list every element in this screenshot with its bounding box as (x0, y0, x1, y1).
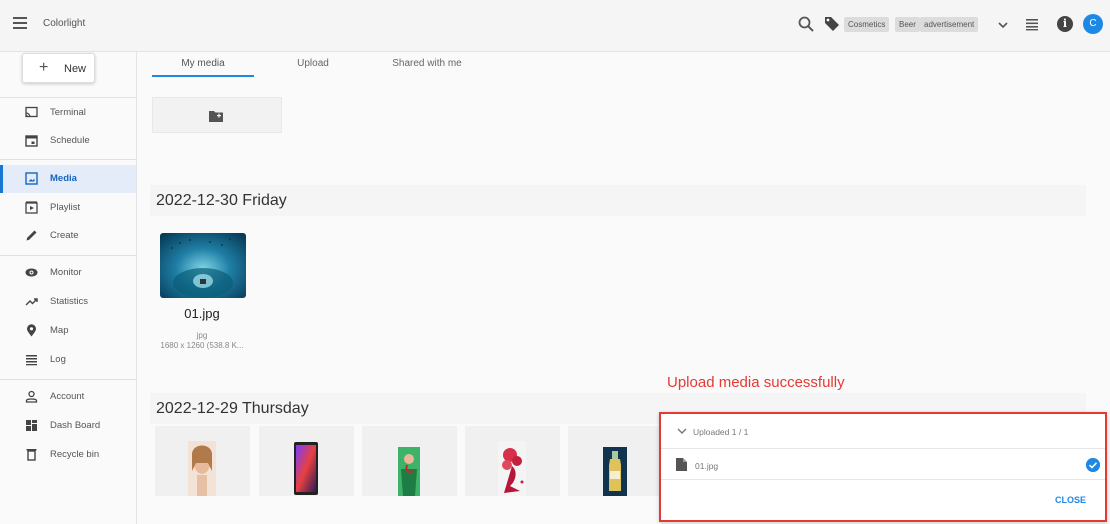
sidebar-item-recycle-bin[interactable]: Recycle bin (0, 441, 136, 469)
pencil-icon (26, 230, 37, 241)
sidebar-item-statistics[interactable]: Statistics (0, 288, 136, 316)
menu-icon[interactable] (13, 17, 27, 31)
close-button[interactable]: CLOSE (1055, 495, 1086, 505)
sidebar-item-label: Map (50, 325, 69, 336)
cast-icon (25, 106, 38, 118)
chevron-down-icon (677, 428, 687, 434)
upload-status-panel: Uploaded 1 / 1 01.jpg CLOSE (659, 412, 1107, 522)
media-file-info: 1680 x 1260 (538.8 K... (160, 341, 244, 350)
sidebar-divider (0, 255, 136, 256)
trend-icon (25, 298, 38, 306)
sidebar-item-label: Statistics (50, 296, 89, 307)
check-circle-icon (1086, 458, 1100, 472)
sidebar-item-schedule[interactable]: Schedule (0, 127, 136, 155)
sidebar-item-label: Monitor (50, 267, 82, 278)
media-thumbnail (398, 447, 420, 496)
sidebar-item-label: Playlist (50, 202, 81, 213)
sidebar-item-terminal[interactable]: Terminal (0, 99, 136, 127)
top-bar: Colorlight Cosmetics Beer advertisement … (0, 0, 1110, 52)
trash-icon (26, 449, 37, 461)
sidebar-item-map[interactable]: Map (0, 317, 136, 345)
media-thumbnail (160, 233, 246, 298)
sidebar-item-label: Account (50, 391, 85, 402)
sidebar-divider (0, 97, 136, 98)
media-item[interactable]: 01.jpg jpg 1680 x 1260 (538.8 K... (152, 223, 252, 353)
upload-file-name: 01.jpg (695, 461, 719, 471)
sidebar-item-account[interactable]: Account (0, 383, 136, 411)
map-pin-icon (27, 324, 36, 337)
new-button-label: New (64, 63, 87, 75)
app-title: Colorlight (43, 18, 86, 29)
sidebar-item-label: Media (50, 173, 77, 184)
eye-icon (25, 268, 38, 277)
search-icon[interactable] (797, 15, 815, 33)
sidebar-item-log[interactable]: Log (0, 346, 136, 374)
new-folder-card[interactable] (152, 97, 282, 133)
media-item[interactable] (259, 426, 354, 496)
chevron-down-icon[interactable] (996, 18, 1010, 32)
sidebar-item-label: Schedule (50, 135, 90, 146)
sidebar-item-label: Dash Board (50, 420, 101, 431)
sidebar-item-label: Create (50, 230, 79, 241)
file-icon (676, 458, 687, 471)
dashboard-icon (26, 420, 37, 431)
tab-upload[interactable]: Upload (276, 52, 350, 77)
upload-count: Uploaded 1 / 1 (693, 427, 749, 437)
tag-chip-advertisement[interactable]: advertisement (920, 17, 979, 32)
folder-plus-icon (209, 111, 223, 122)
media-item[interactable] (568, 426, 663, 496)
media-item[interactable] (155, 426, 250, 496)
date-group-header: 2022-12-30 Friday (150, 185, 1086, 216)
playlist-icon (25, 201, 38, 214)
media-item[interactable] (465, 426, 560, 496)
sidebar-divider (0, 379, 136, 380)
media-thumbnail (603, 447, 627, 496)
sidebar-divider (0, 159, 136, 160)
calendar-icon (25, 135, 38, 147)
sidebar-item-playlist[interactable]: Playlist (0, 194, 136, 222)
sidebar-item-monitor[interactable]: Monitor (0, 259, 136, 287)
upload-file-row: 01.jpg (661, 450, 1105, 480)
media-thumbnail (294, 442, 318, 495)
new-button[interactable]: + New (22, 53, 95, 83)
image-icon (25, 172, 38, 185)
person-icon (25, 390, 38, 403)
list-view-icon[interactable] (1025, 17, 1039, 31)
sidebar-item-media[interactable]: Media (0, 165, 136, 193)
info-icon[interactable]: i (1057, 16, 1073, 32)
avatar[interactable]: C (1083, 14, 1103, 34)
upload-success-annotation: Upload media successfully (667, 374, 845, 391)
sidebar-item-create[interactable]: Create (0, 222, 136, 250)
upload-panel-header[interactable]: Uploaded 1 / 1 (661, 414, 1105, 449)
media-file-type: jpg (196, 331, 208, 340)
media-item[interactable] (362, 426, 457, 496)
tag-chip-cosmetics[interactable]: Cosmetics (844, 17, 890, 32)
sidebar-item-label: Log (50, 354, 66, 365)
plus-icon: + (39, 59, 49, 76)
media-thumbnail (188, 441, 216, 496)
media-file-name: 01.jpg (184, 306, 220, 321)
sidebar-item-label: Terminal (50, 107, 86, 118)
sidebar-item-dashboard[interactable]: Dash Board (0, 412, 136, 440)
media-thumbnail (498, 441, 526, 496)
tag-chip-beer[interactable]: Beer (895, 17, 920, 32)
list-icon (26, 355, 37, 366)
tag-icon[interactable] (823, 15, 841, 33)
tab-shared-with-me[interactable]: Shared with me (375, 52, 479, 77)
tab-my-media[interactable]: My media (152, 52, 254, 77)
sidebar-item-label: Recycle bin (50, 449, 100, 460)
